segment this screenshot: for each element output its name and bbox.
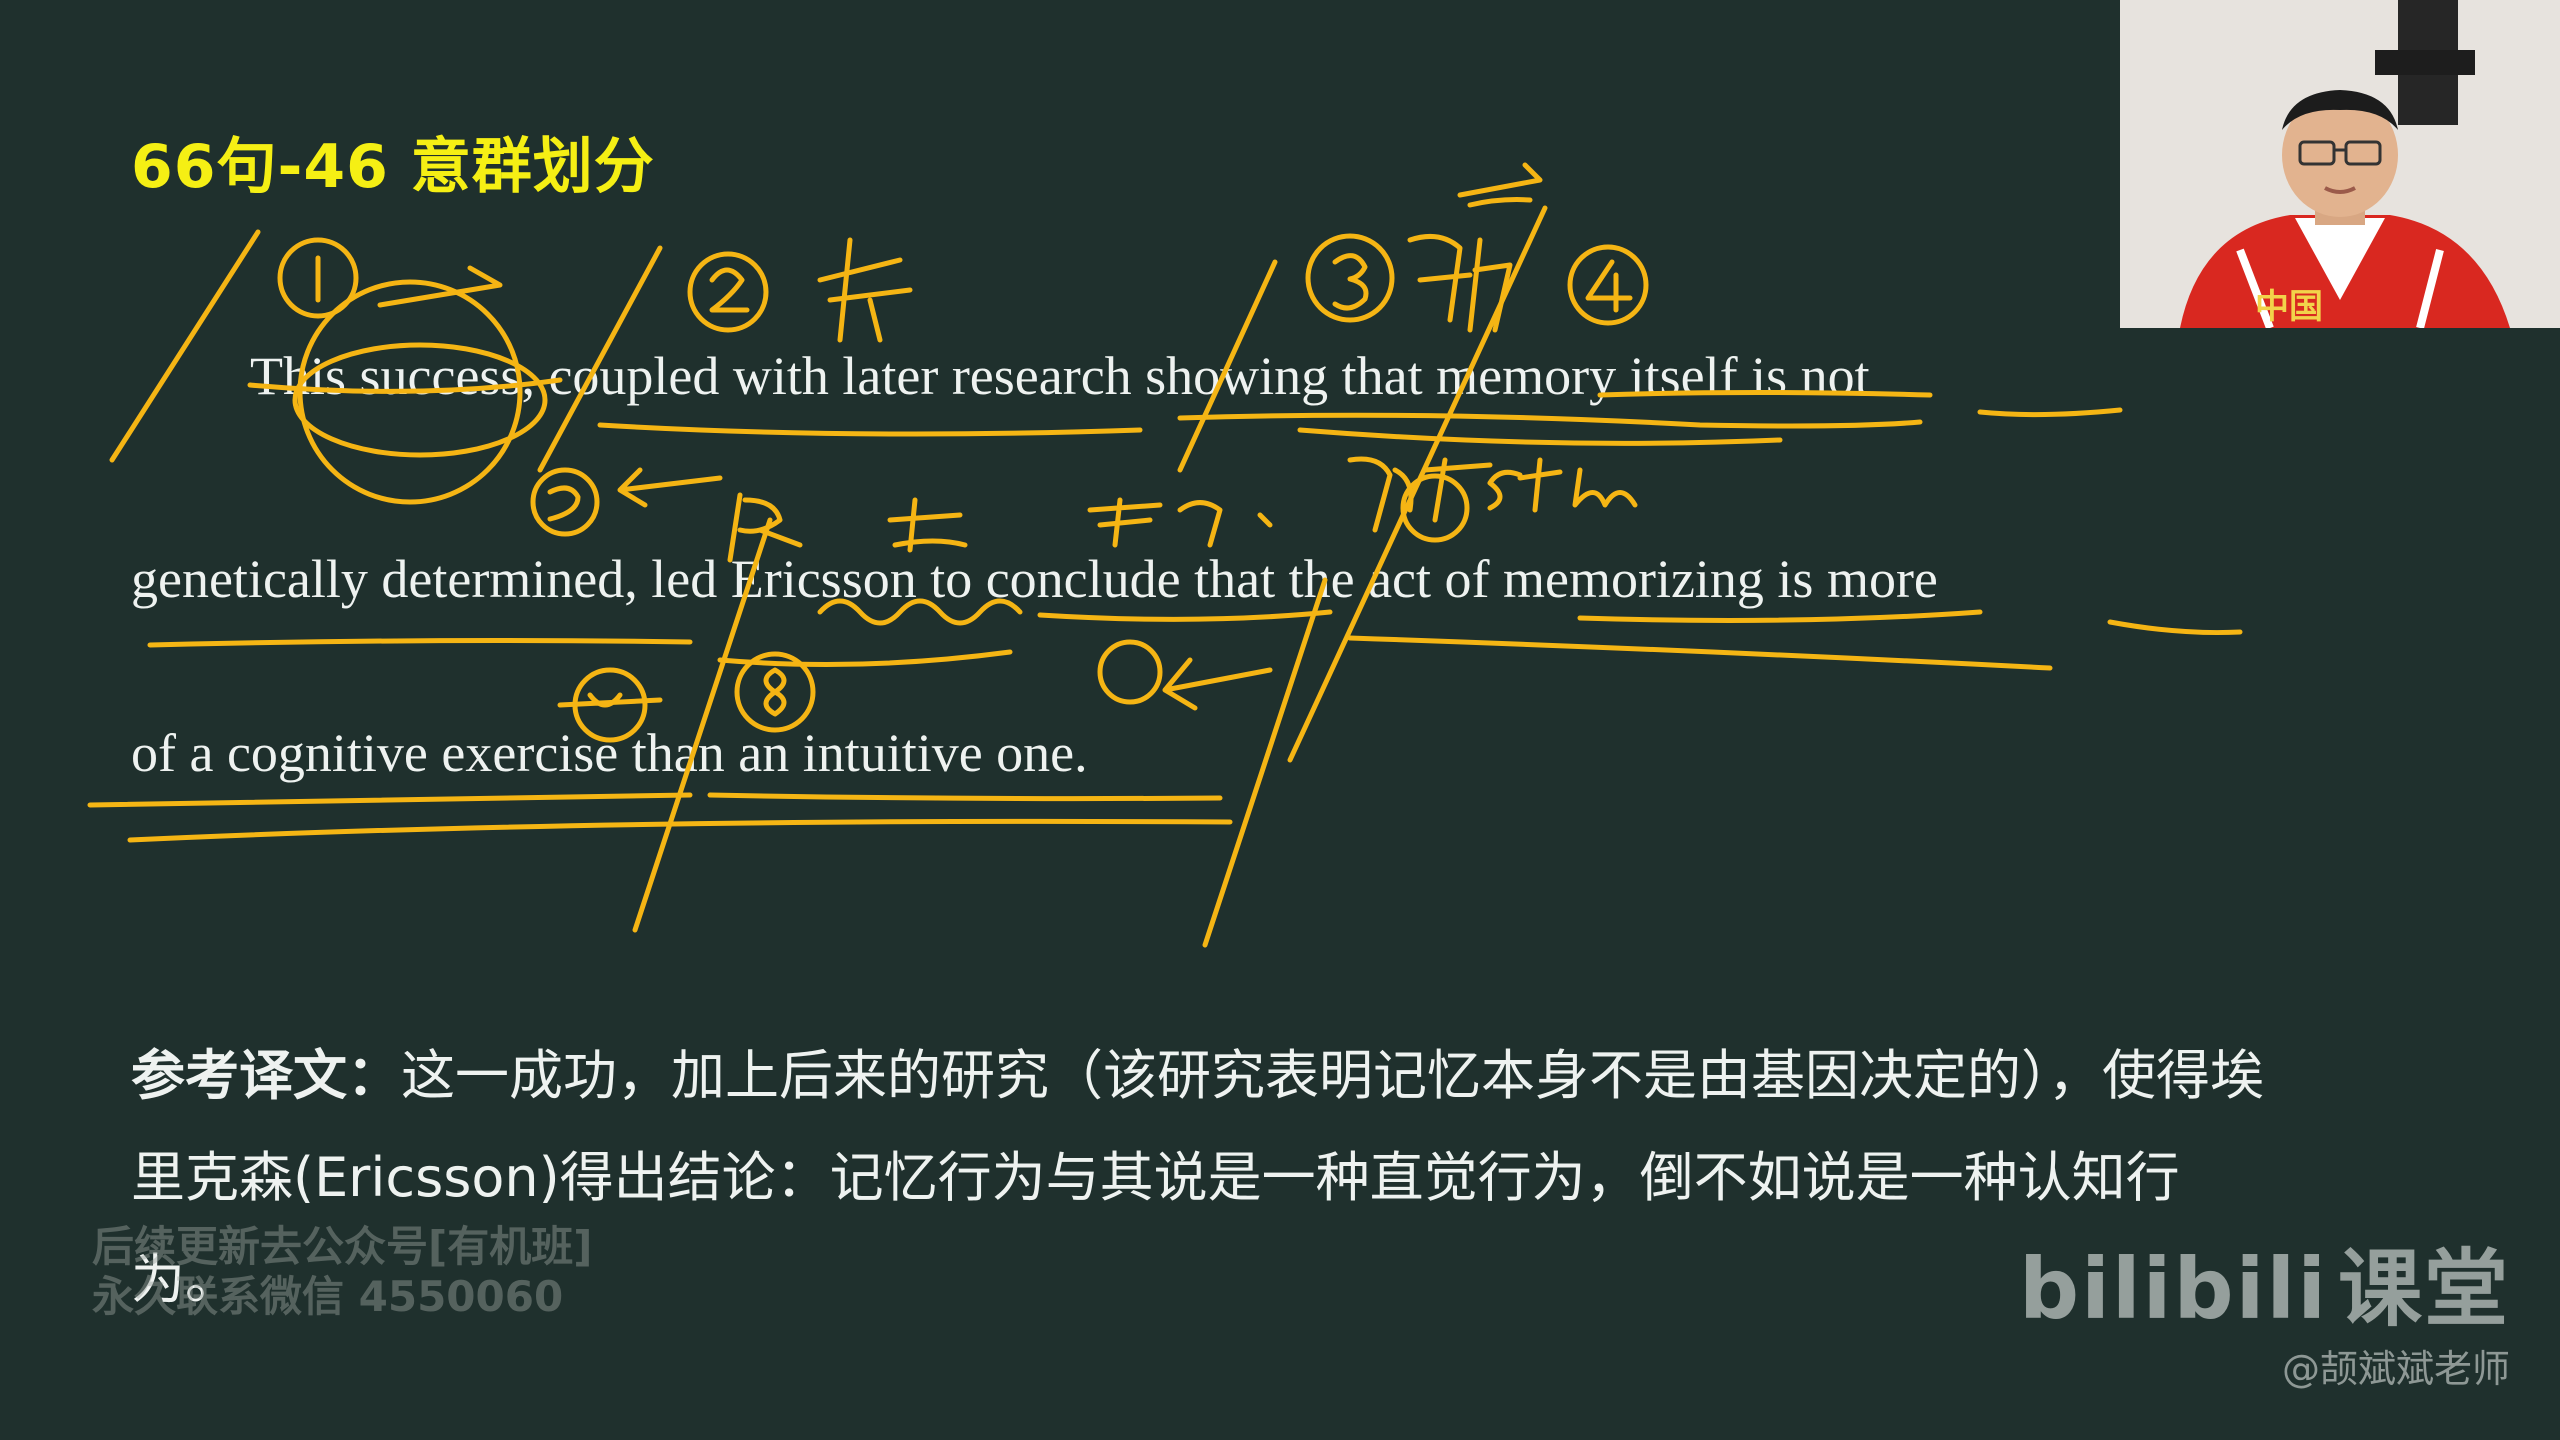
handwritten-bei — [1407, 233, 1513, 333]
handwritten-stroke — [1467, 197, 1533, 208]
lecture-slide: 66句-46 意群划分 This success, coupled with l… — [0, 0, 2560, 1440]
underline — [597, 422, 1143, 437]
arrow — [1162, 657, 1273, 711]
underline — [2107, 619, 2243, 636]
circled-number-5 — [530, 467, 600, 537]
slide-title: 66句-46 意群划分 — [131, 132, 655, 202]
circled-number-6 — [1400, 473, 1470, 543]
sentence-line-1: This success, coupled with later researc… — [250, 346, 1870, 406]
webcam-overlay: 中国 — [2120, 0, 2560, 328]
underline — [1347, 635, 2053, 671]
underline — [1297, 427, 1783, 446]
underline — [1577, 609, 1983, 623]
circled-number-8 — [734, 651, 816, 733]
handwritten-shiyan — [1087, 497, 1273, 548]
circled-number-2 — [687, 251, 769, 333]
handwritten-zhu — [817, 237, 913, 343]
presenter-video: 中国 — [2120, 0, 2560, 328]
underline — [717, 649, 1013, 667]
ad-watermark: 后续更新去公众号[有机班] 永久联系微信 4550060 — [92, 1222, 592, 1322]
ad-watermark-line-2: 永久联系微信 4550060 — [92, 1272, 564, 1321]
underline — [147, 638, 693, 648]
circled-number-3 — [1305, 233, 1395, 323]
shirt-text: 中国 — [2255, 287, 2323, 327]
ad-watermark-line-1: 后续更新去公众号[有机班] — [92, 1222, 593, 1271]
translation-label: 参考译文： — [131, 1044, 401, 1107]
underline — [1977, 407, 2123, 418]
handwritten-yin — [887, 497, 968, 553]
divider-slash — [109, 229, 261, 463]
circled-number-1 — [277, 237, 359, 319]
brand-course: 课堂 — [2337, 1240, 2510, 1338]
handwritten-ti — [1347, 456, 1493, 533]
underline — [1177, 412, 1923, 429]
sentence-line-3: of a cognitive exercise than an intuitiv… — [131, 723, 1088, 783]
arrow — [617, 467, 723, 508]
bilibili-classroom-logo: bilibili 课堂 — [2019, 1222, 2510, 1343]
underline — [1037, 609, 1333, 622]
arrow — [377, 265, 503, 308]
circled-number-4 — [1567, 244, 1649, 326]
circled-number-4b — [1097, 639, 1163, 705]
brand-logo: bilibili — [2018, 1240, 2328, 1338]
underline — [707, 792, 1223, 802]
divider-slash — [1202, 577, 1328, 948]
handwritten-stm — [1487, 457, 1638, 513]
sentence-line-2: genetically determined, led Ericsson to … — [131, 549, 1938, 609]
author-handle: @颉斌斌老师 — [2281, 1347, 2510, 1391]
handwritten-stroke — [1457, 162, 1543, 198]
underline — [87, 792, 693, 808]
divider-slash — [1287, 205, 1548, 763]
underline — [127, 818, 1233, 843]
